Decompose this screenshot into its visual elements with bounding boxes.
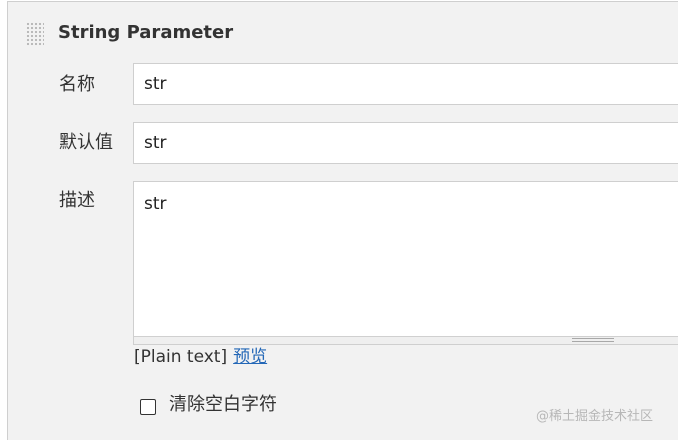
plain-text-label: [Plain text] <box>134 347 228 367</box>
description-format: [Plain text] 预览 <box>134 344 267 370</box>
default-value-label: 默认值 <box>59 132 113 153</box>
watermark: @稀土掘金技术社区 <box>536 409 654 424</box>
description-label: 描述 <box>59 190 95 211</box>
name-label: 名称 <box>59 74 95 95</box>
description-textarea[interactable]: str <box>134 182 678 337</box>
resize-grip-icon[interactable] <box>572 338 614 342</box>
trim-checkbox-label[interactable]: 清除空白字符 <box>169 392 277 418</box>
trim-checkbox[interactable] <box>140 399 156 415</box>
drag-handle-icon[interactable] <box>26 22 44 46</box>
preview-link[interactable]: 预览 <box>233 347 267 367</box>
textarea-resize-bar[interactable] <box>134 336 678 344</box>
section-title: String Parameter <box>58 22 234 43</box>
default-value-input[interactable] <box>133 122 678 164</box>
description-textarea-container: str <box>133 181 678 345</box>
name-input[interactable] <box>133 63 678 105</box>
